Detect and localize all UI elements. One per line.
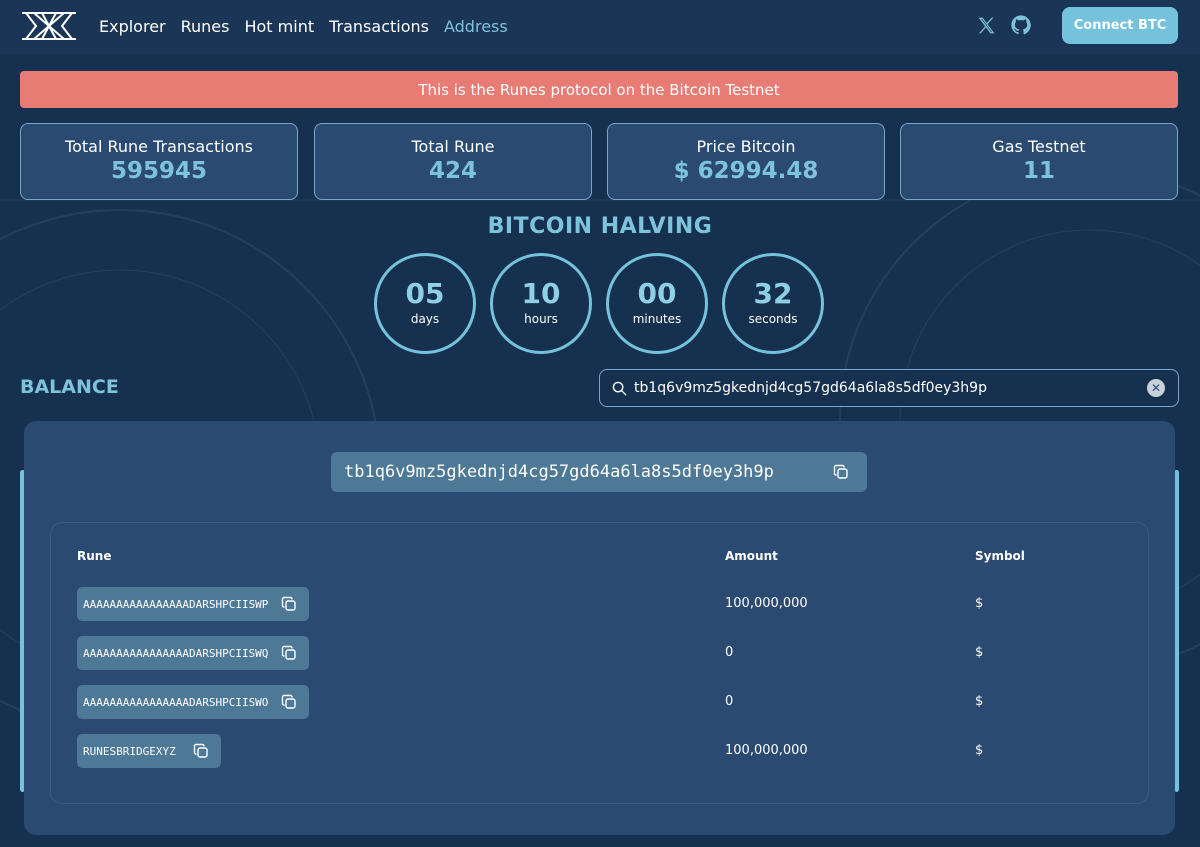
logo-icon[interactable] [20,10,78,42]
stat-card-price-bitcoin: Price Bitcoin $ 62994.48 [607,123,885,200]
table-row: AAAAAAAAAAAAAAAADARSHPCIISWP 100,000,000… [51,587,1150,621]
stat-label: Gas Testnet [992,137,1086,156]
column-header-symbol: Symbol [975,549,1025,563]
balance-title: BALANCE [20,376,119,398]
countdown-unit: days [410,312,440,326]
countdown-unit: seconds [748,312,798,326]
nav-runes[interactable]: Runes [181,17,230,36]
rune-name: AAAAAAAAAAAAAAAADARSHPCIISWQ [83,646,269,660]
copy-rune-icon[interactable] [281,645,297,661]
rune-symbol: $ [975,596,984,611]
copy-address-icon[interactable] [833,464,849,480]
countdown-value: 10 [521,277,561,310]
column-header-amount: Amount [725,549,778,563]
countdown-hours: 10 hours [490,253,592,354]
stat-value: 11 [1022,158,1055,184]
rune-name: RUNESBRIDGEXYZ [83,744,176,758]
copy-rune-icon[interactable] [281,596,297,612]
stat-card-total-rune: Total Rune 424 [314,123,592,200]
nav-links: Explorer Runes Hot mint Transactions Add… [99,0,523,52]
address-display: tb1q6v9mz5gkednjd4cg57gd64a6la8s5df0ey3h… [331,452,867,492]
testnet-banner: This is the Runes protocol on the Bitcoi… [20,71,1178,108]
rune-pill[interactable]: RUNESBRIDGEXYZ [77,734,221,768]
clear-search-icon[interactable]: ✕ [1147,379,1165,397]
rune-pill[interactable]: AAAAAAAAAAAAAAAADARSHPCIISWP [77,587,309,621]
stat-label: Total Rune Transactions [65,137,253,156]
table-row: AAAAAAAAAAAAAAAADARSHPCIISWQ 0 $ [51,636,1150,670]
search-input[interactable] [634,370,1134,406]
countdown-minutes: 00 minutes [606,253,708,354]
rune-symbol: $ [975,743,984,758]
rune-symbol: $ [975,645,984,660]
stat-value: 595945 [110,158,208,184]
stat-value: 424 [428,158,477,184]
connect-btc-button[interactable]: Connect BTC [1062,7,1178,44]
stat-label: Total Rune [411,137,495,156]
column-header-rune: Rune [77,549,112,563]
copy-rune-icon[interactable] [281,694,297,710]
copy-rune-icon[interactable] [193,743,209,759]
rune-name: AAAAAAAAAAAAAAAADARSHPCIISWP [83,597,269,611]
top-navbar: Explorer Runes Hot mint Transactions Add… [0,0,1200,55]
rune-pill[interactable]: AAAAAAAAAAAAAAAADARSHPCIISWO [77,685,309,719]
stat-value: $ 62994.48 [673,158,819,184]
rune-amount: 100,000,000 [725,596,808,611]
rune-name: AAAAAAAAAAAAAAAADARSHPCIISWO [83,695,269,709]
countdown-value: 32 [753,277,793,310]
nav-address[interactable]: Address [444,17,508,36]
countdown-unit: minutes [632,312,682,326]
nav-transactions[interactable]: Transactions [329,17,429,36]
table-row: AAAAAAAAAAAAAAAADARSHPCIISWO 0 $ [51,685,1150,719]
search-icon [612,381,627,396]
nav-hot-mint[interactable]: Hot mint [244,17,314,36]
countdown-unit: hours [524,312,558,326]
rune-amount: 0 [725,694,734,709]
halving-title: BITCOIN HALVING [487,214,713,239]
address-search: ✕ [599,369,1179,407]
countdown-value: 00 [637,277,677,310]
rune-pill[interactable]: AAAAAAAAAAAAAAAADARSHPCIISWQ [77,636,309,670]
nav-explorer[interactable]: Explorer [99,17,166,36]
x-twitter-icon[interactable] [976,15,997,36]
rune-balance-table: Rune Amount Symbol AAAAAAAAAAAAAAAADARSH… [50,522,1149,804]
rune-amount: 100,000,000 [725,743,808,758]
stat-label: Price Bitcoin [696,137,796,156]
table-row: RUNESBRIDGEXYZ 100,000,000 $ [51,734,1150,768]
stat-card-total-rune-transactions: Total Rune Transactions 595945 [20,123,298,200]
countdown-days: 05 days [374,253,476,354]
rune-symbol: $ [975,694,984,709]
github-icon[interactable] [1010,14,1032,36]
address-text: tb1q6v9mz5gkednjd4cg57gd64a6la8s5df0ey3h… [344,462,774,482]
balance-panel: tb1q6v9mz5gkednjd4cg57gd64a6la8s5df0ey3h… [24,421,1175,835]
countdown-seconds: 32 seconds [722,253,824,354]
stat-card-gas-testnet: Gas Testnet 11 [900,123,1178,200]
rune-amount: 0 [725,645,734,660]
countdown-value: 05 [405,277,445,310]
